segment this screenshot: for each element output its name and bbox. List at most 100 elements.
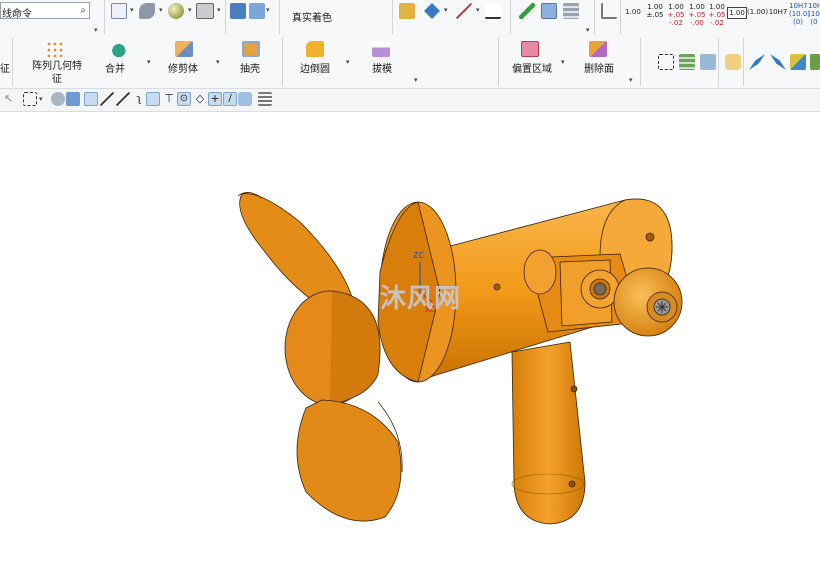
tolerance-format-9[interactable]: 10H7 (10.0) (0) — [789, 2, 810, 26]
shell-label[interactable]: 抽壳 — [240, 60, 260, 75]
measure-icon[interactable] — [399, 3, 415, 19]
select-box-icon[interactable] — [23, 92, 37, 106]
pattern-geometry-icon[interactable] — [46, 41, 64, 57]
on-curve-icon[interactable]: / — [223, 92, 237, 106]
chevron-down-icon[interactable]: ▾ — [216, 58, 220, 66]
chevron-down-icon[interactable]: ▾ — [586, 26, 590, 34]
select-face-icon[interactable] — [66, 92, 80, 106]
divider — [282, 38, 283, 86]
analysis-icon[interactable] — [424, 3, 440, 19]
axis-zc-label: ZC — [413, 251, 424, 260]
chevron-down-icon[interactable]: ▾ — [159, 6, 163, 14]
tool-icon[interactable] — [770, 54, 786, 70]
chevron-down-icon[interactable]: ▾ — [217, 6, 221, 14]
tolerance-format-5[interactable]: 1.00 +.05 -.02 — [707, 3, 727, 27]
chevron-down-icon[interactable]: ▾ — [476, 6, 480, 14]
layer-icon[interactable] — [679, 54, 695, 70]
chevron-down-icon[interactable]: ▾ — [39, 95, 43, 103]
bounding-box-icon[interactable] — [658, 54, 674, 70]
unite-label[interactable]: 合并 — [105, 60, 125, 75]
divider — [594, 0, 595, 34]
chevron-down-icon[interactable]: ▾ — [266, 6, 270, 14]
propeller-model: ZC XC — [237, 192, 683, 525]
pointer-icon[interactable]: ↖ — [4, 92, 18, 106]
tolerance-format-3-bottom: +.05 -.02 — [667, 11, 685, 27]
edge-blend-icon[interactable] — [306, 41, 324, 57]
sheet-icon[interactable] — [700, 54, 716, 70]
tolerance-format-7[interactable]: (1.00) — [747, 8, 768, 16]
dimension-icon[interactable] — [485, 3, 501, 19]
feature-command-label[interactable]: 征 — [0, 60, 10, 75]
tolerance-format-1[interactable]: 1.00 — [623, 8, 643, 16]
wrench-icon[interactable] — [749, 54, 765, 70]
tolerance-format-4[interactable]: 1.00 +.05 -.00 — [687, 3, 707, 27]
tolerance-format-8[interactable]: 10H7 — [768, 8, 788, 16]
chevron-down-icon[interactable]: ▾ — [414, 76, 418, 84]
quadrant-icon[interactable]: ◇ — [193, 92, 207, 106]
on-face-icon[interactable] — [238, 92, 252, 106]
curve-icon[interactable]: ʅ — [132, 92, 146, 106]
shell-icon[interactable] — [242, 41, 260, 57]
divider — [225, 0, 226, 34]
watermark: 沐风网 — [380, 284, 462, 314]
chevron-down-icon[interactable]: ▾ — [444, 6, 448, 14]
tolerance-format-3[interactable]: 1.00 +.05 -.02 — [666, 3, 686, 27]
chevron-down-icon[interactable]: ▾ — [629, 76, 633, 84]
graphics-viewport[interactable]: ZC XC 沐风网 — [0, 112, 820, 579]
background-icon[interactable] — [196, 3, 214, 19]
chevron-down-icon[interactable]: ▾ — [147, 58, 151, 66]
delete-face-label[interactable]: 删除面 — [584, 60, 614, 75]
tolerance-format-10[interactable]: 10H (10 (0 — [808, 2, 820, 26]
edge-blend-label[interactable]: 边倒圆 — [300, 60, 330, 75]
true-shading-label[interactable]: 真实着色 — [292, 9, 332, 24]
view-orient-icon[interactable] — [139, 3, 155, 19]
trim-body-label[interactable]: 修剪体 — [168, 60, 198, 75]
view-layer-icon[interactable] — [258, 92, 272, 106]
tolerance-format-9-top: 10H7 — [789, 2, 808, 10]
pattern-geometry-label[interactable]: 阵列几何特 征 — [28, 60, 86, 86]
pmi-icon[interactable] — [601, 3, 617, 19]
intersection-icon[interactable]: + — [208, 92, 222, 106]
perpendicular-icon[interactable]: ⊤ — [162, 92, 176, 106]
clip-section-icon[interactable] — [230, 3, 246, 19]
chevron-down-icon[interactable]: ▾ — [130, 6, 134, 14]
ribbon: 线命令 ⌕ ▾ ▾ ▾ ▾ ▾ ▾ 真实着色 ▾ ▾ ▾ 1.00 1.00 ±… — [0, 0, 820, 89]
divider — [510, 0, 511, 34]
delete-face-icon[interactable] — [589, 41, 607, 57]
end-point-icon[interactable] — [116, 92, 130, 106]
divider — [718, 38, 719, 86]
draft-label[interactable]: 拔模 — [372, 60, 392, 75]
tolerance-format-2[interactable]: 1.00 ±.05 — [645, 3, 665, 19]
chevron-down-icon[interactable]: ▾ — [346, 58, 350, 66]
grid-snap-icon[interactable] — [111, 3, 127, 19]
trim-body-icon[interactable] — [175, 41, 193, 57]
part-nav-icon[interactable] — [541, 3, 557, 19]
tolerance-format-2-bottom: ±.05 — [646, 11, 664, 19]
chevron-down-icon[interactable]: ▾ — [561, 58, 565, 66]
tolerance-format-6[interactable]: 1.00 — [727, 7, 747, 19]
assembly-icon[interactable] — [790, 54, 806, 70]
offset-region-label[interactable]: 偏置区域 — [512, 60, 552, 75]
offset-region-icon[interactable] — [521, 41, 539, 57]
table-icon[interactable] — [563, 3, 579, 19]
search-icon[interactable]: ⌕ — [80, 5, 86, 16]
divider — [392, 0, 393, 34]
edit-section-icon[interactable] — [249, 3, 265, 19]
tolerance-format-8-top: 10H7 — [768, 8, 788, 16]
command-search-field[interactable]: 线命令 ⌕ — [0, 2, 90, 20]
line-snap-icon[interactable] — [100, 92, 114, 106]
snap-point-icon[interactable] — [84, 92, 98, 106]
tag-icon[interactable] — [725, 54, 741, 70]
chevron-down-icon[interactable]: ▾ — [188, 6, 192, 14]
arc-center-icon[interactable]: ⊙ — [177, 92, 191, 106]
chevron-down-icon[interactable]: ▾ — [94, 26, 98, 34]
mid-point-icon[interactable] — [146, 92, 160, 106]
tolerance-format-6-top: 1.00 — [729, 9, 745, 17]
unite-icon[interactable] — [108, 41, 126, 57]
curve-analysis-icon[interactable] — [456, 3, 472, 19]
check-icon[interactable] — [519, 3, 535, 19]
render-style-icon[interactable] — [168, 3, 184, 19]
draft-icon[interactable] — [372, 41, 390, 57]
select-body-icon[interactable] — [51, 92, 65, 106]
constraint-icon[interactable] — [810, 54, 820, 70]
